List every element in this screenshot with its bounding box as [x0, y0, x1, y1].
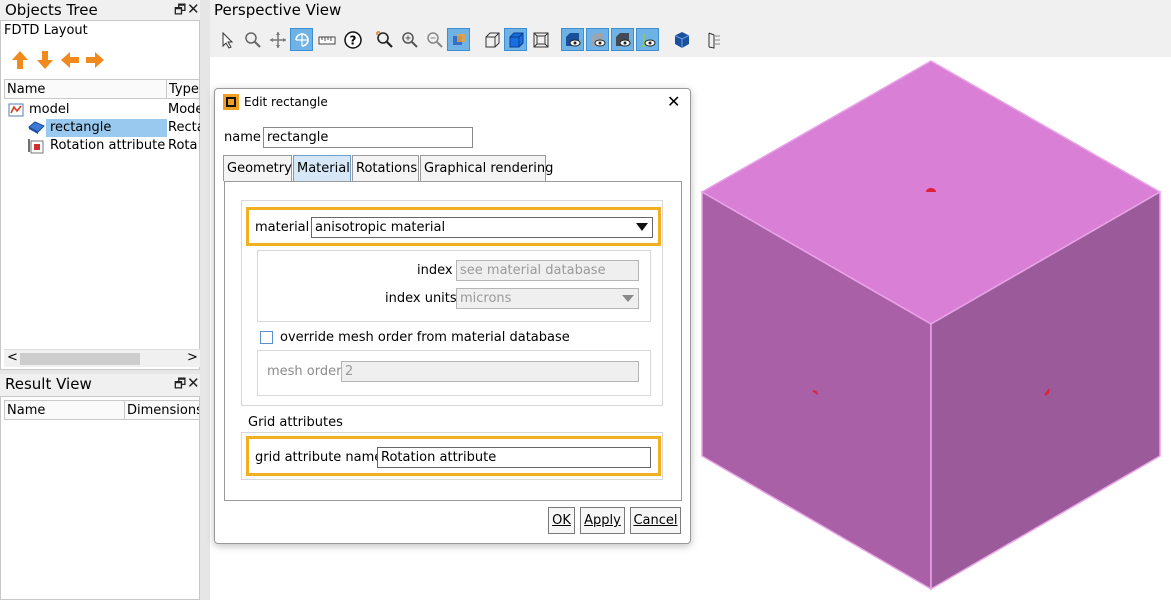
perspective-box-icon[interactable]	[529, 28, 552, 51]
dialog-title: Edit rectangle	[244, 95, 328, 109]
tree-row-type: Recta	[168, 120, 200, 135]
objects-tree-content: FDTD Layout Name Type model Mode rectang…	[0, 20, 200, 370]
tree-row-model[interactable]: model Mode	[4, 101, 200, 119]
scroll-right-icon[interactable]: >	[187, 350, 198, 365]
dialog-close-icon[interactable]: ✕	[667, 92, 680, 111]
perspective-view-title: Perspective View	[214, 1, 342, 19]
cube-viewport[interactable]	[690, 57, 1171, 600]
result-view-content: Name Dimensions/	[0, 396, 200, 600]
view-mesh-icon[interactable]	[586, 28, 609, 51]
tree-row-name: rectangle	[50, 120, 112, 135]
select-icon[interactable]	[216, 28, 239, 51]
view-slice-icon[interactable]	[611, 28, 634, 51]
index-label: index	[417, 263, 453, 278]
move-left-icon[interactable]	[60, 50, 80, 70]
grid-attribute-name-label: grid attribute name	[255, 450, 383, 465]
move-right-icon[interactable]	[85, 50, 105, 70]
view-object-icon[interactable]	[561, 28, 584, 51]
pan-icon[interactable]	[266, 28, 289, 51]
scroll-left-icon[interactable]: <	[7, 350, 18, 365]
zoom-in-icon[interactable]	[398, 28, 421, 51]
index-units-select: microns	[456, 288, 639, 309]
override-checkbox[interactable]	[260, 331, 273, 344]
chevron-down-icon	[622, 295, 634, 302]
mesh-order-label: mesh order	[267, 364, 342, 379]
view-light-icon[interactable]	[636, 28, 659, 51]
wireframe-icon[interactable]	[480, 28, 503, 51]
move-up-icon[interactable]	[10, 50, 30, 70]
tree-header: Name Type	[4, 79, 200, 99]
layout-label: FDTD Layout	[4, 23, 88, 38]
name-label: name	[224, 130, 261, 145]
dialog-app-icon	[223, 94, 239, 110]
tree-row-rectangle[interactable]: rectangle Recta	[4, 119, 200, 137]
apply-button[interactable]: Apply	[580, 507, 625, 534]
cube-view-icon[interactable]	[670, 28, 693, 51]
rectangle-icon	[28, 121, 45, 134]
close-icon[interactable]: ✕	[187, 2, 200, 17]
zoom-out-icon[interactable]	[423, 28, 446, 51]
rotate-icon[interactable]	[290, 28, 313, 51]
grid-attributes-label: Grid attributes	[248, 415, 343, 430]
material-select[interactable]: anisotropic material	[311, 217, 653, 238]
move-down-icon[interactable]	[35, 50, 55, 70]
tab-rotations[interactable]: Rotations	[352, 155, 419, 181]
layer-icon[interactable]	[702, 28, 725, 51]
chevron-down-icon	[636, 223, 648, 231]
ok-button[interactable]: OK	[548, 507, 575, 534]
tab-graphical-rendering[interactable]: Graphical rendering	[420, 155, 553, 181]
result-view-panel: Result View 🗗 ✕ Name Dimensions/	[0, 374, 200, 600]
col-name-header[interactable]: Name	[7, 403, 45, 418]
edit-rectangle-dialog: Edit rectangle ✕ name rectangle Geometry…	[214, 88, 691, 544]
grid-attribute-name-input[interactable]: Rotation attribute	[377, 447, 651, 468]
tab-material[interactable]: Material	[293, 155, 351, 181]
material-label: material	[255, 220, 310, 235]
result-view-title: Result View	[5, 375, 92, 393]
tree-row-name: Rotation attribute	[50, 138, 166, 153]
index-input: see material database	[456, 260, 639, 281]
result-header: Name Dimensions/	[4, 400, 200, 420]
solid-icon[interactable]	[504, 28, 527, 51]
col-type-header[interactable]: Type	[169, 82, 199, 97]
vertical-splitter[interactable]	[200, 0, 210, 600]
tab-geometry[interactable]: Geometry	[223, 155, 292, 181]
float-icon[interactable]: 🗗	[174, 4, 186, 18]
objects-tree-title: Objects Tree	[5, 1, 98, 19]
col-dimensions-header[interactable]: Dimensions/	[127, 403, 199, 418]
index-placeholder: see material database	[460, 263, 606, 278]
index-units-label: index units	[385, 291, 457, 306]
override-label: override mesh order from material databa…	[280, 330, 570, 345]
index-units-value: microns	[460, 291, 512, 306]
tree-row-type: Rota	[168, 138, 198, 153]
material-tab-page: material anisotropic material index see …	[224, 181, 682, 501]
col-name-header[interactable]: Name	[7, 82, 45, 97]
float-icon[interactable]: 🗗	[174, 378, 186, 392]
rotation-attribute-icon	[28, 139, 44, 154]
mesh-order-input: 2	[341, 361, 639, 382]
horizontal-scrollbar[interactable]: < >	[4, 349, 200, 367]
name-input[interactable]: rectangle	[263, 127, 473, 148]
cancel-button[interactable]: Cancel	[630, 507, 681, 534]
model-icon	[8, 103, 24, 117]
material-value: anisotropic material	[315, 220, 446, 235]
tree-row-rotation-attribute[interactable]: Rotation attribute Rota	[4, 137, 200, 155]
tree-row-name: model	[29, 102, 70, 117]
close-icon[interactable]: ✕	[187, 376, 200, 391]
tree-row-type: Mode	[168, 102, 200, 117]
objects-tree-panel: Objects Tree 🗗 ✕ FDTD Layout Name Type m…	[0, 0, 200, 370]
zoom-fit-icon[interactable]	[447, 28, 470, 51]
zoom-region-icon[interactable]	[241, 28, 264, 51]
help-icon[interactable]: ?	[341, 28, 364, 51]
svg-text:?: ?	[349, 33, 356, 47]
ruler-icon[interactable]	[315, 28, 338, 51]
scrollbar-thumb[interactable]	[20, 353, 140, 365]
zoom-extent-icon[interactable]	[373, 28, 396, 51]
